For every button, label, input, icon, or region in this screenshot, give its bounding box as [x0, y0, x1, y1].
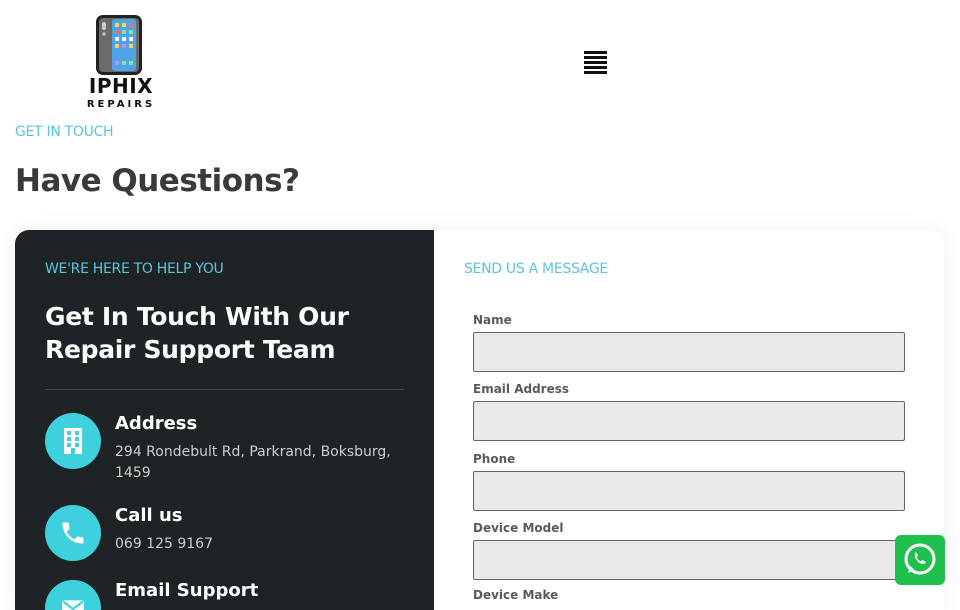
email-field: Email Address [473, 382, 905, 441]
field-label: Name [473, 313, 512, 327]
page-title: Have Questions? [15, 163, 300, 199]
contact-panel-eyebrow: WE'RE HERE TO HELP YOU [45, 261, 224, 277]
form-eyebrow: SEND US A MESSAGE [464, 261, 608, 277]
phone-field: Phone [473, 452, 905, 511]
contact-info-panel: WE'RE HERE TO HELP YOU Get In Touch With… [15, 230, 434, 610]
email-icon [45, 580, 101, 610]
phone-input[interactable] [473, 471, 905, 511]
contact-card: WE'RE HERE TO HELP YOU Get In Touch With… [15, 230, 944, 610]
logo-brand-text: IPHIX [88, 74, 154, 98]
field-label: Email Address [473, 382, 570, 396]
contact-panel-heading: Get In Touch With Our Repair Support Tea… [45, 302, 349, 364]
field-label: Device Model [473, 521, 564, 535]
site-logo[interactable]: IPHIX REPAIRS [84, 12, 158, 112]
phone-icon [45, 505, 101, 561]
info-label: Call us [115, 505, 183, 526]
name-input[interactable] [473, 332, 905, 372]
message-form-panel: SEND US A MESSAGE Name Email Address Pho… [434, 230, 944, 610]
hamburger-menu-icon[interactable] [584, 51, 607, 74]
device-model-input[interactable] [473, 540, 905, 580]
logo-sub-text: REPAIRS [86, 99, 156, 110]
whatsapp-icon[interactable] [895, 535, 945, 585]
info-label: Email Support [115, 580, 259, 601]
name-field: Name [473, 313, 905, 372]
divider [45, 389, 404, 390]
address-value: 294 Rondebult Rd, Parkrand, Boksburg, 14… [115, 444, 391, 481]
building-icon [45, 413, 101, 469]
email-input[interactable] [473, 401, 905, 441]
device-model-field: Device Model [473, 521, 905, 580]
phone-logo-icon [96, 15, 142, 75]
device-make-field: Device Make [473, 588, 905, 607]
section-eyebrow: GET IN TOUCH [15, 124, 114, 140]
phone-link[interactable]: 069 125 9167 [115, 534, 410, 555]
info-label: Address [115, 413, 198, 434]
field-label: Phone [473, 452, 516, 466]
